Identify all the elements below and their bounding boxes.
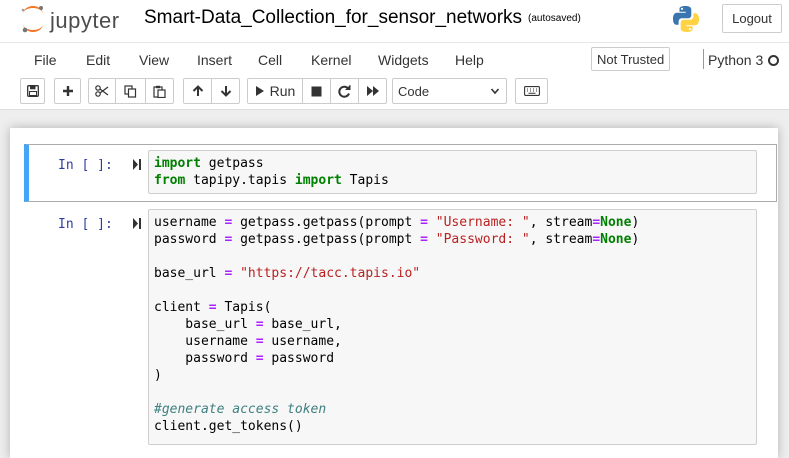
move-cell-up-button[interactable] [183,78,212,104]
menu-cell[interactable]: Cell [258,52,282,68]
restart-icon [338,84,351,98]
code-token: = [224,215,233,230]
header: jupyter Smart-Data_Collection_for_sensor… [0,0,789,42]
code-token: = [420,232,428,247]
fast-forward-icon [366,86,379,96]
logout-button[interactable]: Logout [722,4,782,33]
cell-1-prompt: In [ ]: [58,158,113,173]
cell-type-select[interactable]: Code [392,78,507,104]
jupyter-logo[interactable]: jupyter [20,4,130,34]
jupyter-logo-icon [21,6,43,33]
insert-cell-button[interactable] [54,78,81,104]
move-cell-down-button[interactable] [211,78,240,104]
cut-icon [95,85,109,97]
paste-button[interactable] [145,78,174,104]
code-token: = [208,300,217,315]
save-icon [26,85,39,97]
jupyter-logo-text: jupyter [50,8,120,33]
code-token: = [255,351,264,366]
cell-2-code-editor[interactable]: username = getpass.getpass(prompt = "Use… [148,209,757,445]
interrupt-kernel-button[interactable] [302,78,331,104]
code-token: from [154,173,186,188]
plus-icon [62,86,73,96]
run-icon [255,86,264,96]
trust-status-button[interactable]: Not Trusted [591,47,671,71]
menu-file[interactable]: File [34,52,57,68]
code-token: = [255,334,264,349]
menu-kernel[interactable]: Kernel [311,52,351,68]
kernel-separator [703,49,704,69]
copy-button[interactable] [115,78,146,104]
code-token: None [600,232,632,247]
notebook-title[interactable]: Smart-Data_Collection_for_sensor_network… [144,7,522,29]
code-token: = [592,232,601,247]
code-token: = [224,232,233,247]
menubar: File Edit View Insert Cell Kernel Widget… [0,42,789,74]
restart-run-all-button[interactable] [358,78,387,104]
menu-insert[interactable]: Insert [197,52,232,68]
kernel-name: Python 3 [708,52,764,68]
kernel-idle-indicator [768,55,779,66]
code-token: "https://tacc.tapis.io" [240,266,421,281]
code-token: None [600,215,632,230]
notebook-container: In [ ]: import getpass from tapipy.tapis… [10,128,778,458]
toolbar: Run Code [0,74,789,110]
stop-icon [311,86,322,96]
save-button[interactable] [20,78,45,104]
code-token: import [294,173,342,188]
chevron-down-icon [490,88,500,95]
cell-1-code-editor[interactable]: import getpass from tapipy.tapis import … [148,150,757,194]
arrow-down-icon [220,86,231,97]
keyboard-icon [523,86,540,96]
code-token: = [255,317,264,332]
code-cell-1[interactable]: In [ ]: import getpass from tapipy.tapis… [24,144,777,202]
cut-button[interactable] [88,78,116,104]
command-palette-button[interactable] [515,78,548,104]
menu-view[interactable]: View [139,52,169,68]
code-token: "Password: " [435,232,530,247]
run-label: Run [269,83,296,99]
menu-edit[interactable]: Edit [86,52,110,68]
code-token: import [154,156,201,171]
run-button[interactable]: Run [247,78,303,104]
code-token: = [224,266,233,281]
arrow-up-icon [192,85,203,96]
cell-type-value: Code [398,83,430,99]
paste-icon [153,85,166,98]
menu-help[interactable]: Help [455,52,484,68]
code-token: "Username: " [435,215,530,230]
code-token: = [592,215,601,230]
copy-icon [124,84,137,98]
cell-1-run-icon[interactable] [132,158,142,171]
code-token: #generate access token [154,402,327,417]
code-cell-2[interactable]: In [ ]: username = getpass.getpass(promp… [24,208,777,448]
restart-kernel-button[interactable] [330,78,359,104]
autosave-status: (autosaved) [528,13,581,24]
cell-2-prompt: In [ ]: [58,217,113,232]
python-logo-icon [673,6,699,32]
cell-2-run-icon[interactable] [132,217,142,230]
code-token: = [420,215,428,230]
menu-widgets[interactable]: Widgets [378,52,429,68]
